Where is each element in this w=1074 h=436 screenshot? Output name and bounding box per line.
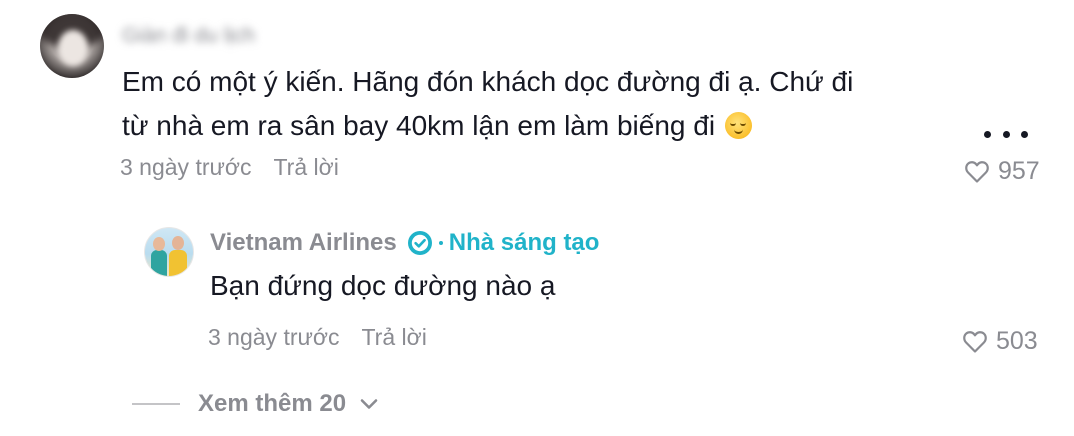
reply-time: 3 ngày trước xyxy=(208,324,340,350)
reply-avatar[interactable] xyxy=(144,227,194,277)
more-dot-icon xyxy=(984,130,991,138)
more-options-button[interactable] xyxy=(984,124,1028,144)
view-more-label: Xem thêm 20 xyxy=(198,390,347,417)
comment-meta: 3 ngày trước Trả lời xyxy=(120,154,339,181)
comment-text-line-1: Em có một ý kiến. Hãng đón khách dọc đườ… xyxy=(122,66,854,97)
divider-line xyxy=(132,403,180,405)
commenter-username[interactable]: Giàn đi du lịch xyxy=(122,24,255,48)
reply-like-button[interactable]: 503 xyxy=(962,327,1038,356)
commenter-avatar[interactable] xyxy=(40,14,104,78)
comment-text-line-2: từ nhà em ra sân bay 40km lận em làm biế… xyxy=(122,104,942,148)
heart-icon xyxy=(965,160,989,183)
chevron-down-icon xyxy=(360,399,378,409)
comment-like-count: 957 xyxy=(998,157,1040,185)
comment-like-button[interactable]: 957 xyxy=(964,157,1040,186)
view-more-replies-button[interactable]: Xem thêm 20 xyxy=(132,390,380,418)
separator-dot xyxy=(438,241,443,245)
more-dot-icon xyxy=(1002,130,1010,138)
reply-text: Bạn đứng dọc đường nào ạ xyxy=(210,270,556,301)
reply-reply-button[interactable]: Trả lời xyxy=(361,324,426,350)
reply-author-line: Vietnam Airlines Nhà sáng tạo xyxy=(210,229,599,257)
comment-time: 3 ngày trước xyxy=(120,154,252,180)
reply-like-count: 503 xyxy=(996,327,1038,355)
verified-badge-icon xyxy=(407,231,432,255)
comment-text: Em có một ý kiến. Hãng đón khách dọc đườ… xyxy=(122,60,942,148)
reply-author-name[interactable]: Vietnam Airlines xyxy=(210,229,397,257)
relieved-face-emoji-icon xyxy=(724,112,752,139)
comment-reply-button[interactable]: Trả lời xyxy=(273,154,338,180)
reply-meta: 3 ngày trước Trả lời xyxy=(208,324,427,351)
comment-text-line-2-content: từ nhà em ra sân bay 40km lận em làm biế… xyxy=(122,110,716,141)
more-dot-icon xyxy=(1021,130,1028,138)
heart-icon xyxy=(963,330,987,353)
creator-badge: Nhà sáng tạo xyxy=(448,229,600,256)
